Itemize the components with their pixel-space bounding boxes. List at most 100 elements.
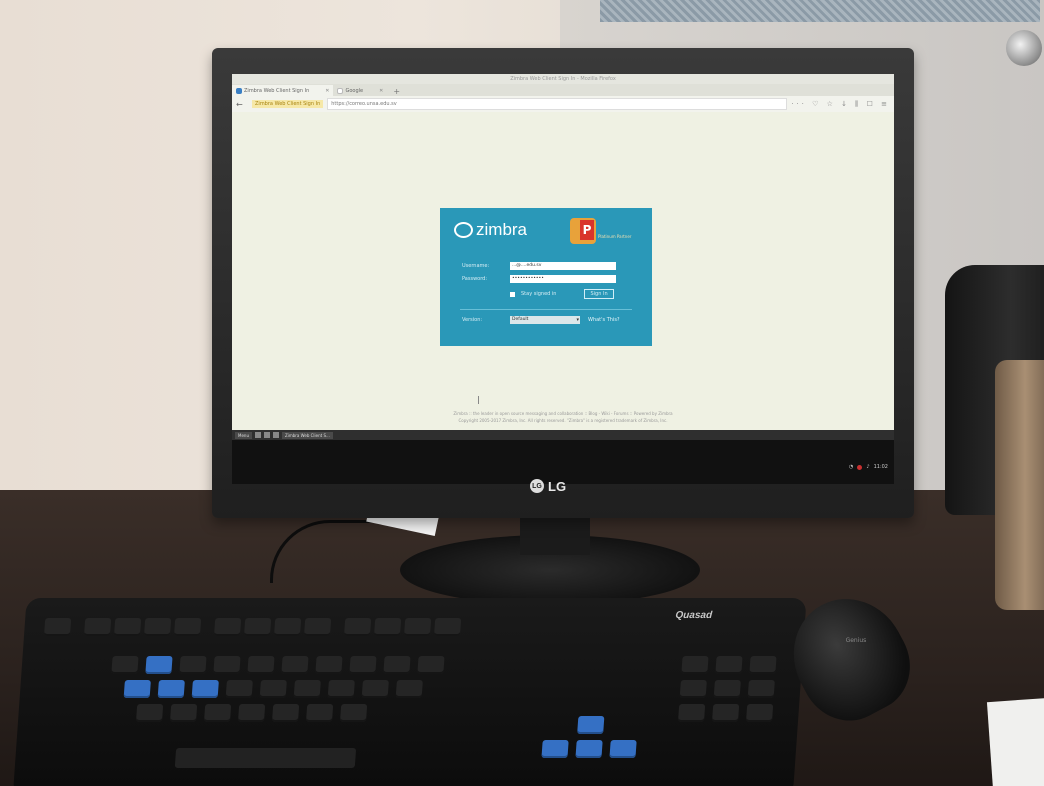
key-f10 xyxy=(373,618,402,636)
key-left-arrow xyxy=(541,740,569,758)
keyboard: Quasad xyxy=(13,598,807,786)
system-tray: ◔ ♪ 11:02 xyxy=(849,464,888,470)
key-f3 xyxy=(143,618,172,636)
tab-zimbra[interactable]: Zimbra Web Client Sign In ✕ xyxy=(232,85,334,96)
new-tab-button[interactable]: + xyxy=(393,87,400,96)
key-l xyxy=(395,680,423,698)
alert-icon[interactable] xyxy=(857,464,863,470)
key-d xyxy=(191,680,219,698)
clock: 11:02 xyxy=(873,464,888,470)
page-identity-badge[interactable]: Zimbra Web Client Sign In xyxy=(252,100,324,108)
partner-badge: P Platinum Partner xyxy=(570,218,642,246)
key-x xyxy=(169,704,198,722)
door-window xyxy=(600,0,1040,22)
stay-signed-row: Stay signed in Sign In xyxy=(462,289,642,299)
close-tab-icon[interactable]: ✕ xyxy=(325,88,329,94)
zimbra-logo: zimbra xyxy=(454,220,527,240)
username-label: Username: xyxy=(462,263,490,269)
version-row: Version: Default ▾ What's This? xyxy=(462,316,642,324)
key-k xyxy=(361,680,389,698)
key-f9 xyxy=(343,618,372,636)
close-tab-icon[interactable]: ✕ xyxy=(379,88,383,94)
start-menu-button[interactable]: Menu xyxy=(235,431,252,439)
key-f xyxy=(225,680,253,698)
version-label: Version: xyxy=(462,317,483,323)
window-title: Zimbra Web Client Sign In - Mozilla Fire… xyxy=(232,74,894,84)
key-g xyxy=(259,680,287,698)
key-down-arrow xyxy=(575,740,603,758)
key-t xyxy=(247,656,275,674)
keyboard-brand: Quasad xyxy=(675,610,713,621)
stay-signed-in-checkbox[interactable] xyxy=(510,291,515,297)
doorknob xyxy=(1006,30,1042,66)
whats-this-link[interactable]: What's This? xyxy=(588,317,620,323)
key-num-multiply xyxy=(749,656,777,674)
text-cursor xyxy=(478,396,479,404)
key-f7 xyxy=(273,618,302,636)
taskbar: Menu Zimbra Web Client S... xyxy=(232,430,894,440)
canister xyxy=(995,360,1044,610)
password-label: Password: xyxy=(462,276,488,282)
back-arrow-icon[interactable]: ← xyxy=(236,100,248,109)
terminal-icon[interactable] xyxy=(254,432,261,438)
username-row: Username: ...@....edu.sv xyxy=(462,262,642,270)
partner-text: Platinum Partner xyxy=(598,234,632,239)
key-f1 xyxy=(83,618,112,636)
key-num-divide xyxy=(715,656,743,674)
lg-logo-icon: LG xyxy=(530,479,544,493)
key-h xyxy=(293,680,321,698)
tab-google[interactable]: Google ✕ xyxy=(333,85,387,96)
key-b xyxy=(271,704,300,722)
monitor-stand-neck xyxy=(520,515,590,555)
screen: Zimbra Web Client Sign In - Mozilla Fire… xyxy=(232,74,894,484)
key-num-5 xyxy=(711,704,740,722)
key-y xyxy=(281,656,309,674)
zimbra-login-card: zimbra P Platinum Partner Username: ...@… xyxy=(440,208,652,346)
key-f5 xyxy=(213,618,242,636)
tab-label: Google xyxy=(345,87,364,94)
space-bar xyxy=(174,748,357,768)
paper-sheet xyxy=(986,698,1044,786)
key-f8 xyxy=(303,618,332,636)
key-f6 xyxy=(243,618,272,636)
key-num-8 xyxy=(713,680,741,698)
password-field[interactable]: •••••••••••• xyxy=(510,275,616,283)
monitor: Zimbra Web Client Sign In - Mozilla Fire… xyxy=(212,48,914,518)
url-bar[interactable]: https://correo.unsa.edu.sv xyxy=(327,98,788,110)
key-v xyxy=(237,704,266,722)
footer-line-1: Zimbra :: the leader in open source mess… xyxy=(453,411,673,416)
key-r xyxy=(213,656,241,674)
key-numlock xyxy=(681,656,709,674)
key-j xyxy=(327,680,355,698)
photo-scene: Zimbra Web Client Sign In - Mozilla Fire… xyxy=(0,0,1044,786)
zimbra-logo-icon xyxy=(454,222,473,238)
monitor-logo: LG LG xyxy=(530,476,566,496)
key-e xyxy=(179,656,207,674)
toolbar-icons[interactable]: ··· ♡ ☆ ↓ ⫼ ☐ ≡ xyxy=(791,100,890,109)
key-f12 xyxy=(433,618,462,636)
files-icon[interactable] xyxy=(263,432,270,438)
sign-in-button[interactable]: Sign In xyxy=(584,289,614,299)
key-u xyxy=(315,656,343,674)
logo-text: zimbra xyxy=(476,220,528,239)
key-f2 xyxy=(113,618,142,636)
username-field[interactable]: ...@....edu.sv xyxy=(510,262,616,270)
google-favicon-icon xyxy=(337,87,344,94)
volume-icon[interactable]: ♪ xyxy=(866,464,869,470)
key-right-arrow xyxy=(609,740,637,758)
key-p xyxy=(417,656,445,674)
tab-label: Zimbra Web Client Sign In xyxy=(244,87,310,94)
partner-p-icon: P xyxy=(580,220,594,240)
taskbar-window-button[interactable]: Zimbra Web Client S... xyxy=(281,431,333,439)
key-num-6 xyxy=(745,704,774,722)
browser-icon[interactable] xyxy=(272,432,279,438)
key-w xyxy=(145,656,173,674)
key-esc xyxy=(43,618,72,636)
monitor-brand: LG xyxy=(548,478,567,494)
version-select[interactable]: Default ▾ xyxy=(510,316,580,324)
network-icon[interactable]: ◔ xyxy=(849,464,853,470)
chevron-down-icon: ▾ xyxy=(576,317,579,323)
password-row: Password: •••••••••••• xyxy=(462,275,642,283)
key-s xyxy=(157,680,185,698)
key-num-7 xyxy=(679,680,707,698)
